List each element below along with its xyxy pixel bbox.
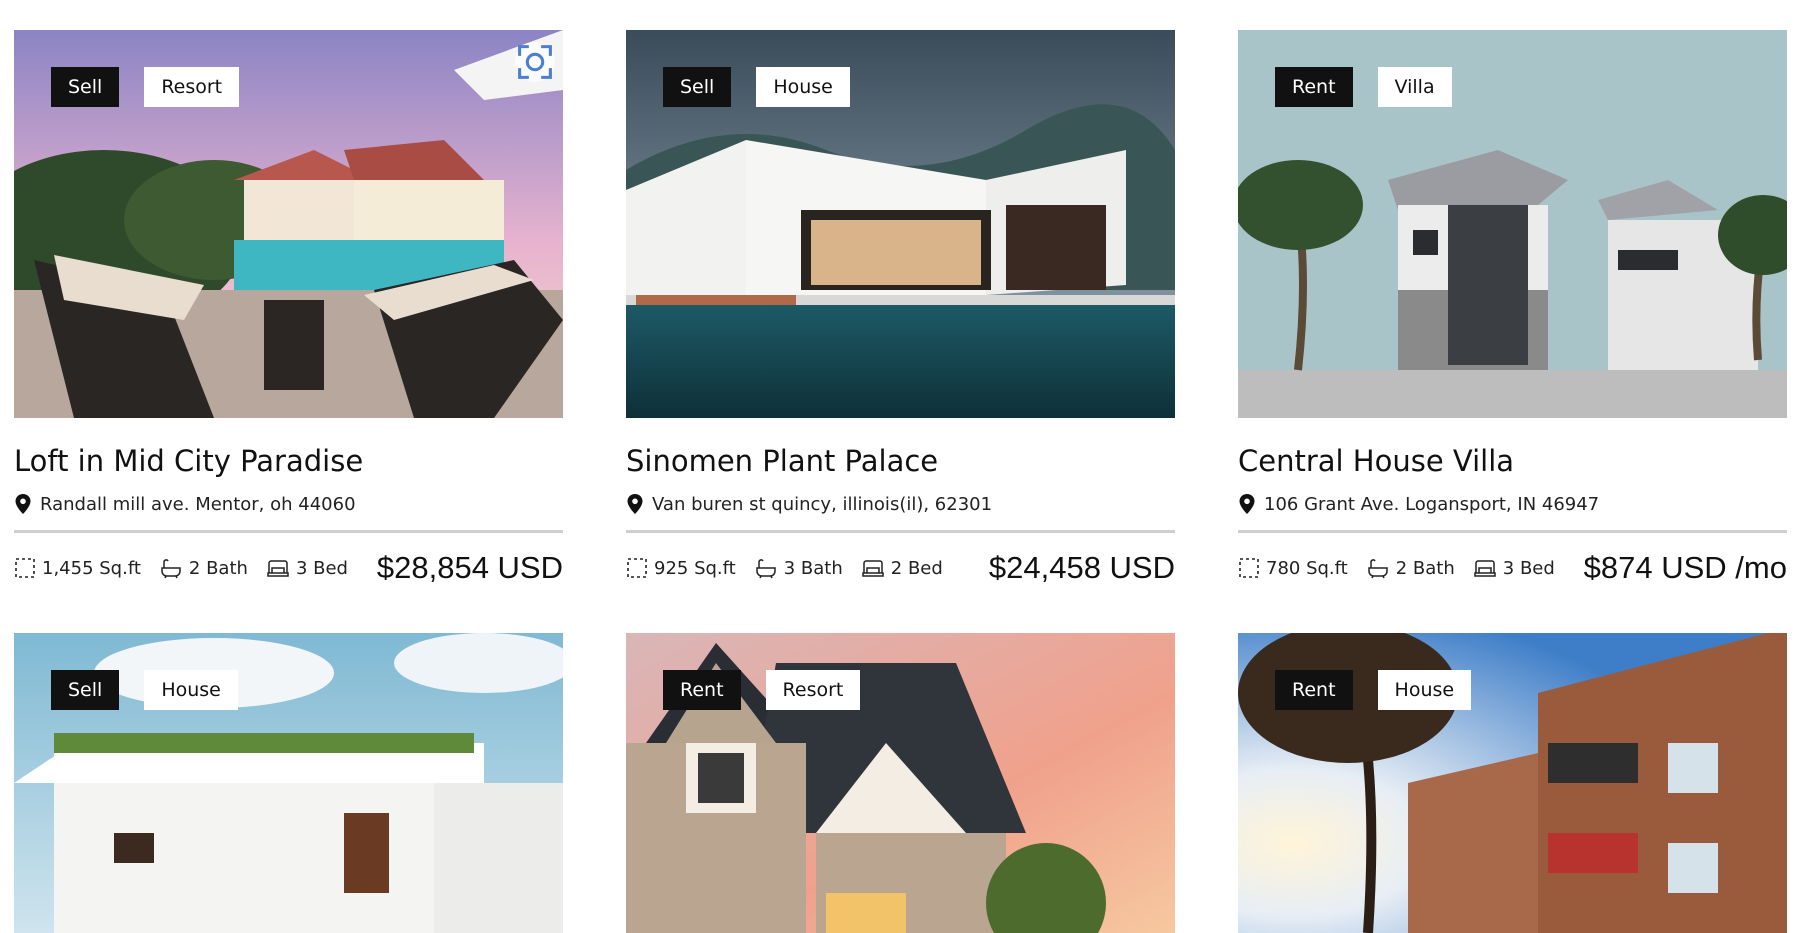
- area-text: 1,455 Sq.ft: [42, 557, 141, 579]
- listing-meta: 1,455 Sq.ft 2 Bath 3 Bed $28,854 USD: [14, 549, 563, 587]
- property-photo[interactable]: Rent House: [1238, 633, 1787, 933]
- visual-search-icon[interactable]: [515, 42, 555, 82]
- bed-feature: 2 Bed: [861, 558, 943, 579]
- bed-text: 3 Bed: [1502, 557, 1555, 579]
- bed-feature: 3 Bed: [266, 558, 348, 579]
- listing-title[interactable]: Central House Villa: [1238, 444, 1787, 478]
- listing-title[interactable]: Sinomen Plant Palace: [626, 444, 1175, 478]
- area-text: 925 Sq.ft: [654, 557, 736, 579]
- address-text: Randall mill ave. Mentor, oh 44060: [40, 493, 356, 515]
- divider: [14, 530, 563, 533]
- area-feature: 1,455 Sq.ft: [14, 557, 141, 579]
- listing-card[interactable]: Rent House: [1238, 633, 1787, 933]
- area-icon: [15, 558, 35, 578]
- status-badge[interactable]: Sell: [51, 67, 120, 107]
- listing-meta: 925 Sq.ft 3 Bath 2 Bed $24,458 USD: [626, 549, 1175, 587]
- type-badge[interactable]: House: [144, 670, 238, 710]
- bed-icon: [267, 560, 289, 577]
- area-feature: 925 Sq.ft: [626, 557, 736, 579]
- bed-feature: 3 Bed: [1473, 558, 1555, 579]
- bath-text: 2 Bath: [188, 557, 248, 579]
- listing-price: $28,854 USD: [376, 550, 563, 585]
- listing-card[interactable]: Rent Villa Central House Villa 106 Grant…: [1238, 30, 1787, 587]
- listing-card[interactable]: Rent Resort: [626, 633, 1175, 933]
- badges: Sell House: [663, 67, 850, 107]
- property-photo[interactable]: Sell Resort: [14, 30, 563, 418]
- area-icon: [1239, 558, 1259, 578]
- badges: Sell Resort: [51, 67, 240, 107]
- address-text: Van buren st quincy, illinois(il), 62301: [652, 493, 993, 515]
- area-icon: [627, 558, 647, 578]
- badges: Rent Villa: [1275, 67, 1452, 107]
- bed-icon: [862, 560, 884, 577]
- type-badge[interactable]: Resort: [144, 67, 240, 107]
- bath-feature: 3 Bath: [754, 557, 843, 579]
- badges: Rent House: [1275, 670, 1472, 710]
- status-badge[interactable]: Sell: [51, 670, 120, 710]
- bathtub-icon: [161, 559, 181, 579]
- bath-feature: 2 Bath: [159, 557, 248, 579]
- type-badge[interactable]: House: [756, 67, 850, 107]
- badges: Sell House: [51, 670, 238, 710]
- bed-icon: [1474, 560, 1496, 577]
- status-badge[interactable]: Sell: [663, 67, 732, 107]
- type-badge[interactable]: Villa: [1377, 67, 1452, 107]
- listing-title[interactable]: Loft in Mid City Paradise: [14, 444, 563, 478]
- badges: Rent Resort: [663, 670, 861, 710]
- listing-card[interactable]: Sell House: [14, 633, 563, 933]
- property-photo[interactable]: Sell House: [626, 30, 1175, 418]
- map-pin-icon: [627, 494, 643, 514]
- listing-price: $24,458 USD: [988, 550, 1175, 585]
- bathtub-icon: [1367, 559, 1388, 579]
- area-text: 780 Sq.ft: [1266, 557, 1348, 579]
- listing-address: Randall mill ave. Mentor, oh 44060: [14, 492, 563, 516]
- listing-card[interactable]: Sell House Sinomen Plant Palace Van bure…: [626, 30, 1175, 587]
- bed-text: 2 Bed: [890, 557, 943, 579]
- status-badge[interactable]: Rent: [663, 670, 741, 710]
- area-feature: 780 Sq.ft: [1238, 557, 1348, 579]
- status-badge[interactable]: Rent: [1275, 670, 1353, 710]
- status-badge[interactable]: Rent: [1275, 67, 1353, 107]
- listing-address: 106 Grant Ave. Logansport, IN 46947: [1238, 492, 1787, 516]
- listing-price: $874 USD /mo: [1583, 550, 1787, 585]
- property-photo[interactable]: Rent Villa: [1238, 30, 1787, 418]
- listing-meta: 780 Sq.ft 2 Bath 3 Bed $874 USD /mo: [1238, 549, 1787, 587]
- listing-grid: Sell Resort Loft in Mid City Paradise Ra…: [14, 30, 1789, 933]
- bath-text: 2 Bath: [1395, 557, 1455, 579]
- type-badge[interactable]: House: [1377, 670, 1472, 710]
- map-pin-icon: [15, 494, 31, 514]
- listing-card[interactable]: Sell Resort Loft in Mid City Paradise Ra…: [14, 30, 563, 587]
- map-pin-icon: [1239, 494, 1255, 514]
- property-photo[interactable]: Rent Resort: [626, 633, 1175, 933]
- bath-feature: 2 Bath: [1366, 557, 1455, 579]
- divider: [626, 530, 1175, 533]
- type-badge[interactable]: Resort: [765, 670, 861, 710]
- bathtub-icon: [755, 559, 776, 579]
- property-photo[interactable]: Sell House: [14, 633, 563, 933]
- divider: [1238, 530, 1787, 533]
- listing-address: Van buren st quincy, illinois(il), 62301: [626, 492, 1175, 516]
- bath-text: 3 Bath: [783, 557, 843, 579]
- address-text: 106 Grant Ave. Logansport, IN 46947: [1264, 493, 1600, 515]
- bed-text: 3 Bed: [295, 557, 348, 579]
